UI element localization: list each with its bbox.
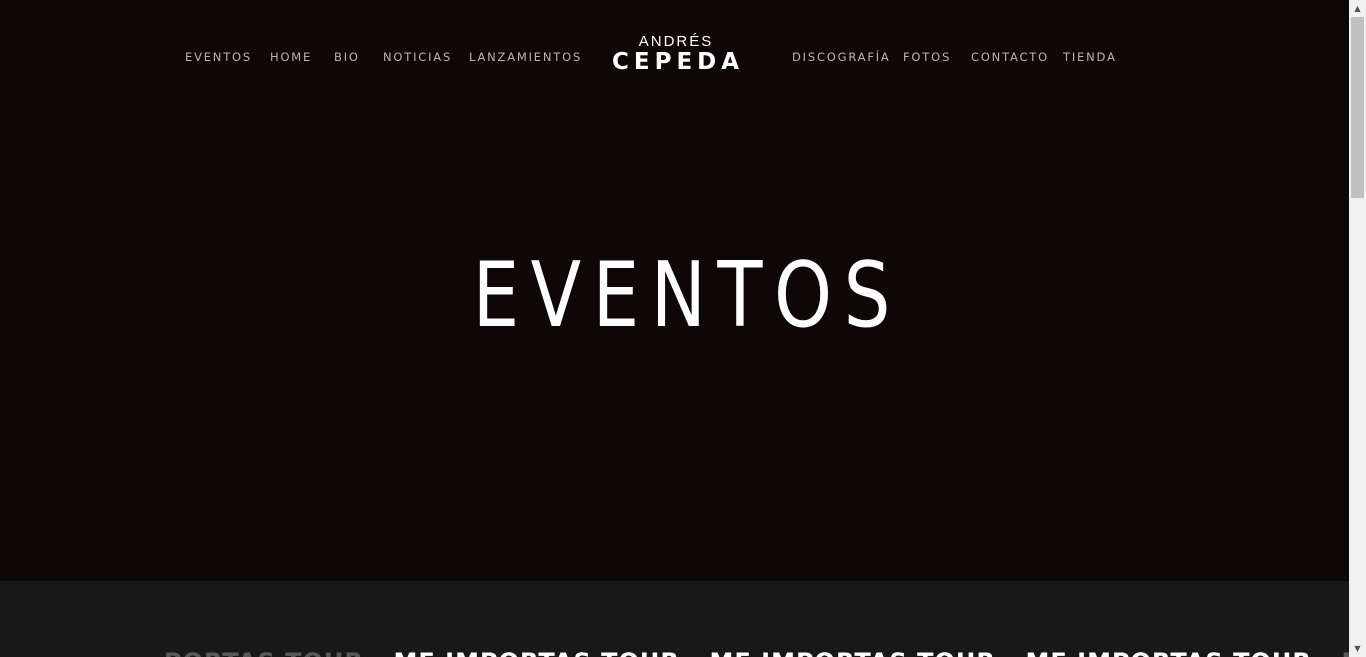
tour-marquee: PORTAS TOUR - ME IMPORTAS TOUR - ME IMPO… [0, 648, 1349, 657]
logo-bottom-text: CEPEDA [612, 49, 745, 75]
marquee-item: PORTAS TOUR [164, 648, 364, 657]
scrollbar-thumb[interactable] [1351, 17, 1364, 198]
page: EVENTOS HOME BIO NOTICIAS LANZAMIENTOS A… [0, 0, 1349, 657]
nav-item-tienda[interactable]: TIENDA [1063, 50, 1117, 64]
marquee-item: - ME IMPORTAS TOUR [996, 648, 1312, 657]
marquee-item: - ME IMPORTAS TOUR [680, 648, 996, 657]
page-title: EVENTOS [472, 243, 902, 348]
nav-item-contacto[interactable]: CONTACTO [971, 50, 1049, 64]
nav-item-noticias[interactable]: NOTICIAS [383, 50, 452, 64]
marquee-item: - ME IMPORTAS TOUR [364, 648, 680, 657]
hero-section: EVENTOS HOME BIO NOTICIAS LANZAMIENTOS A… [0, 0, 1349, 581]
arrow-up-icon[interactable]: ▲ [1349, 0, 1366, 17]
nav-item-discografia[interactable]: DISCOGRAFÍA [792, 50, 891, 64]
nav-item-lanzamientos[interactable]: LANZAMIENTOS [469, 50, 582, 64]
events-section: PORTAS TOUR - ME IMPORTAS TOUR - ME IMPO… [0, 581, 1349, 657]
marquee-item: - ME I [1312, 648, 1349, 657]
nav-item-fotos[interactable]: FOTOS [903, 50, 951, 64]
vertical-scrollbar[interactable]: ▲ ▼ [1349, 0, 1366, 657]
nav-item-bio[interactable]: BIO [334, 50, 360, 64]
marquee-track: PORTAS TOUR - ME IMPORTAS TOUR - ME IMPO… [164, 648, 1349, 657]
nav-item-eventos[interactable]: EVENTOS [185, 50, 252, 64]
logo-top-text: ANDRÉS [638, 33, 714, 50]
logo[interactable]: ANDRÉS CEPEDA [608, 34, 744, 78]
arrow-down-icon[interactable]: ▼ [1349, 640, 1366, 657]
nav-item-home[interactable]: HOME [270, 50, 312, 64]
